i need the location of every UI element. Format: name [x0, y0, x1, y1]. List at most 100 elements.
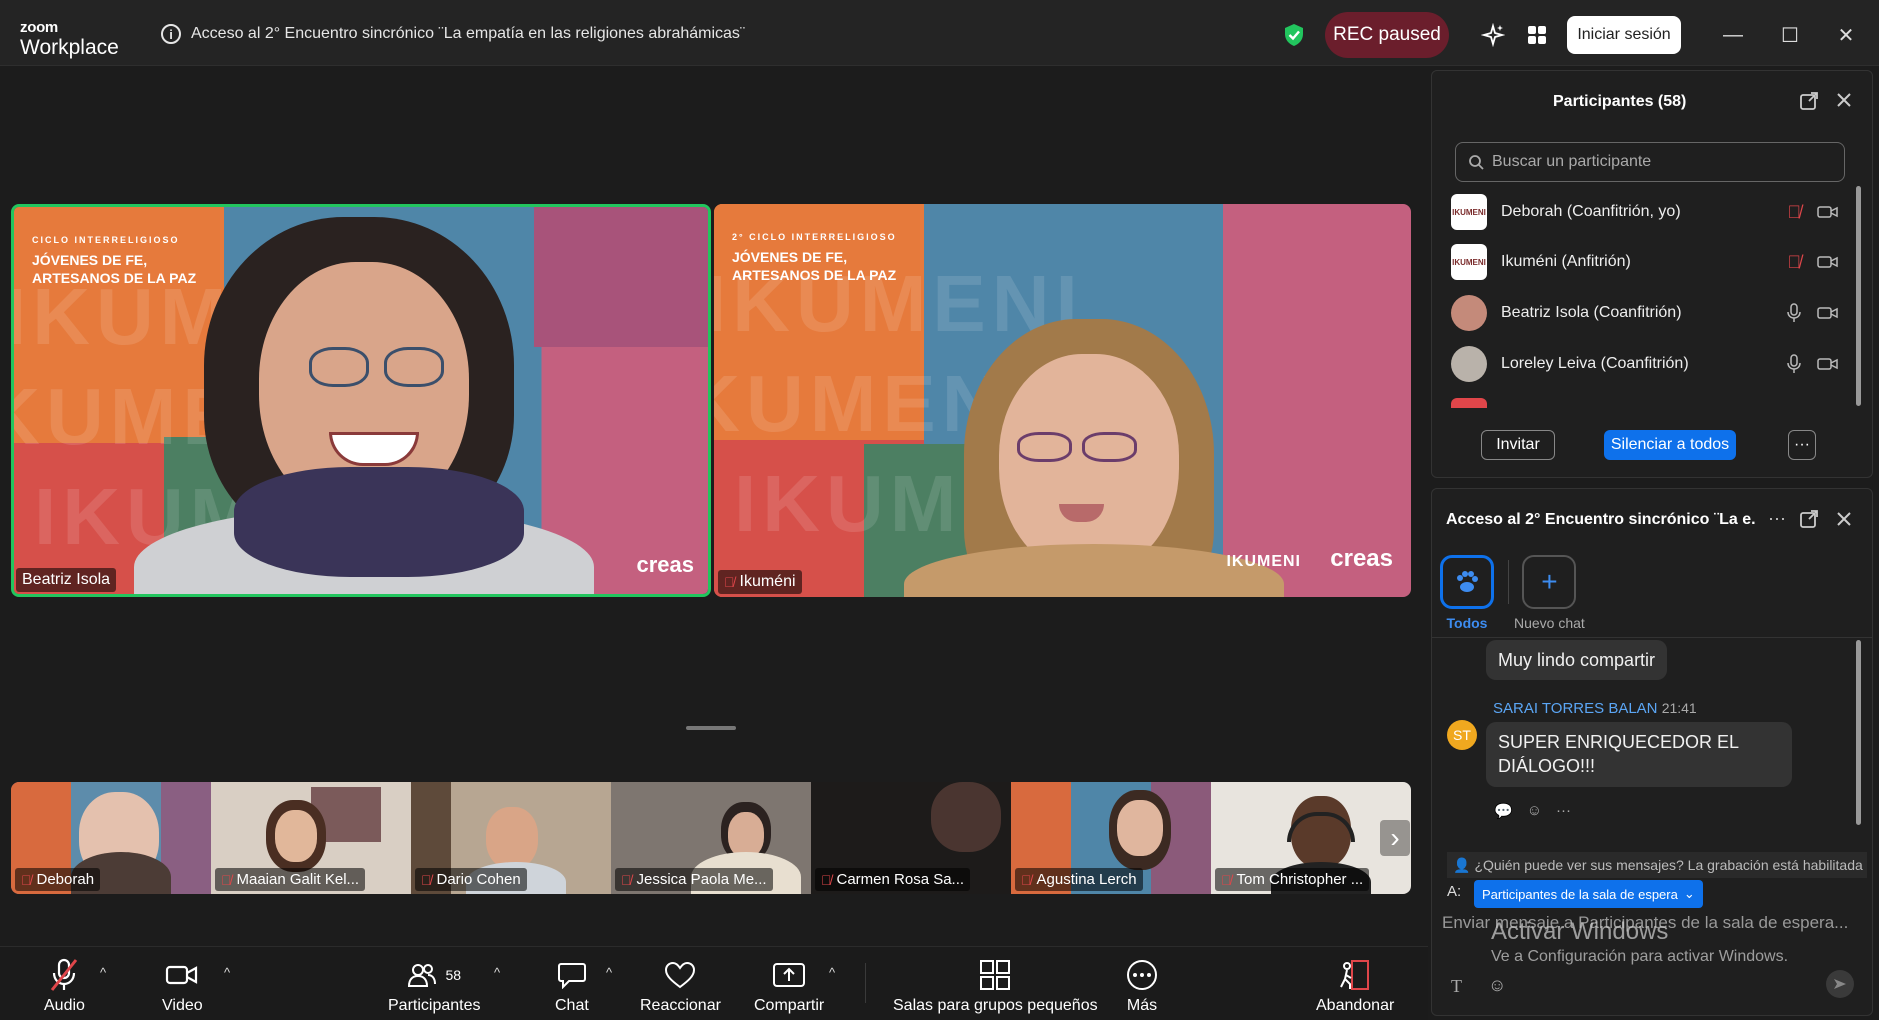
chat-scrollbar[interactable] [1856, 640, 1861, 825]
chat-options-caret[interactable]: ^ [606, 965, 612, 980]
chat-tab-everyone[interactable]: Todos [1440, 555, 1494, 631]
tile-name: Beatriz Isola [22, 571, 111, 588]
activation-line2: Ve a Configuración para activar Windows. [1491, 948, 1789, 965]
audio-options-caret[interactable]: ^ [100, 965, 106, 980]
camera-off-icon[interactable] [1817, 204, 1839, 220]
thumb-jessica[interactable]: 🎙̸ Jessica Paola Me... [611, 782, 811, 894]
tile-name: Jessica Paola Me... [636, 871, 767, 888]
tab-divider [1508, 560, 1509, 604]
apps-grid-icon[interactable] [1520, 18, 1554, 52]
share-button[interactable]: Compartir [754, 957, 824, 1015]
creas-logo: creas [1330, 545, 1393, 572]
chat-bubble-icon [557, 957, 587, 993]
popout-icon[interactable] [1799, 91, 1819, 116]
activation-line1: Activar Windows [1491, 918, 1669, 945]
chat-popout-icon[interactable] [1799, 509, 1819, 534]
participants-more-button[interactable]: ··· [1788, 430, 1816, 460]
recipient-select[interactable]: Participantes de la sala de espera ⌄ [1474, 880, 1703, 908]
muted-mic-icon: 🎙̸ [621, 871, 632, 888]
maximize-button[interactable]: ☐ [1777, 22, 1803, 48]
participant-row[interactable]: IKUMENI Deborah (Coanfitrión, yo) 🎙̸ [1451, 190, 1851, 234]
participant-row[interactable]: Beatriz Isola (Coanfitrión) [1451, 291, 1851, 335]
participant-search-box[interactable] [1455, 142, 1845, 182]
camera-icon[interactable] [1817, 305, 1839, 321]
mic-icon[interactable] [1787, 303, 1801, 323]
close-window-button[interactable]: ✕ [1833, 22, 1859, 48]
mic-icon[interactable] [1787, 354, 1801, 374]
strip-next-button[interactable]: › [1380, 820, 1410, 856]
thumb-maaian[interactable]: 🎙̸ Maaian Galit Kel... [211, 782, 411, 894]
person-face [275, 810, 317, 862]
text-format-icon[interactable]: T [1451, 976, 1462, 997]
participant-search-input[interactable] [1492, 153, 1822, 171]
participants-icon: 58 [407, 957, 461, 993]
people-lock-icon: 👤 [1453, 856, 1471, 873]
to-label: A: [1447, 883, 1462, 900]
logo-line2: Workplace [20, 36, 119, 59]
meeting-info[interactable]: i Acceso al 2° Encuentro sincrónico ¨La … [161, 24, 745, 44]
close-panel-icon[interactable] [1835, 91, 1853, 114]
share-options-caret[interactable]: ^ [829, 965, 835, 980]
chat-tab-everyone-label: Todos [1446, 615, 1488, 631]
plus-icon: + [1522, 555, 1577, 609]
invite-button[interactable]: Invitar [1481, 430, 1555, 460]
emoji-reaction-icon[interactable]: ☺ [1527, 802, 1542, 820]
chat-more-icon[interactable]: ··· [1768, 508, 1786, 529]
video-tile-ikumeni[interactable]: IKUMENI IKUMENI IKUMENI 2° CICLO INTERRE… [714, 204, 1411, 597]
message-actions: 💬 ☺ ··· [1494, 802, 1571, 820]
camera-off-icon[interactable] [1817, 254, 1839, 270]
thumb-carmen[interactable]: 🎙̸ Carmen Rosa Sa... [811, 782, 1011, 894]
audio-button[interactable]: Audio [44, 957, 85, 1015]
zoom-window: zoom Workplace i Acceso al 2° Encuentro … [0, 0, 1879, 1020]
paw-icon [1440, 555, 1494, 609]
react-button[interactable]: Reaccionar [640, 957, 721, 1015]
recording-visibility-notice[interactable]: 👤 ¿Quién puede ver sus mensajes? La grab… [1447, 852, 1867, 878]
encryption-shield-icon[interactable] [1283, 23, 1305, 52]
participant-row[interactable]: Loreley Leiva (Coanfitrión) [1451, 342, 1851, 386]
video-options-caret[interactable]: ^ [224, 965, 230, 980]
chat-message[interactable]: Muy lindo compartir [1486, 640, 1668, 681]
chat-message[interactable]: SUPER ENRIQUECEDOR EL DIÁLOGO!!! [1486, 722, 1792, 787]
chat-tab-new[interactable]: + Nuevo chat [1514, 555, 1585, 631]
participant-name: Loreley Leiva (Coanfitrión) [1501, 355, 1689, 372]
thumb-agustina[interactable]: 🎙̸ Agustina Lerch [1011, 782, 1211, 894]
more-button[interactable]: Más [1126, 957, 1158, 1015]
tile-name-label: 🎙̸ Deborah [15, 868, 101, 891]
participant-name: Beatriz Isola (Coanfitrión) [1501, 304, 1682, 321]
mute-all-button[interactable]: Silenciar a todos [1604, 430, 1736, 460]
chat-button[interactable]: Chat [555, 957, 589, 1015]
signin-button[interactable]: Iniciar sesión [1567, 16, 1681, 54]
tile-name-label: 🎙̸ Agustina Lerch [1015, 868, 1143, 891]
muted-mic-icon: 🎙̸ [221, 871, 232, 888]
breakout-rooms-button[interactable]: Salas para grupos pequeños [893, 957, 1098, 1015]
participants-button[interactable]: 58 Participantes [388, 957, 481, 1015]
participant-row[interactable]: IKUMENI Ikuméni (Anfitrión) 🎙̸ [1451, 240, 1851, 284]
send-icon[interactable] [1826, 970, 1854, 998]
thumb-deborah[interactable]: 🎙̸ Deborah [11, 782, 211, 894]
stage-resize-handle[interactable] [686, 726, 736, 730]
tile-name: Maaian Galit Kel... [236, 871, 360, 888]
participants-options-caret[interactable]: ^ [494, 965, 500, 980]
emoji-icon[interactable]: ☺ [1488, 975, 1506, 996]
ai-companion-icon[interactable] [1476, 18, 1510, 52]
leave-button[interactable]: Abandonar [1316, 957, 1394, 1015]
rec-paused-badge[interactable]: REC paused [1325, 12, 1449, 58]
chat-close-icon[interactable] [1835, 510, 1853, 533]
tile-name: Ikuméni [739, 573, 796, 590]
info-icon[interactable]: i [161, 24, 181, 44]
avatar [1451, 295, 1487, 331]
share-label: Compartir [754, 997, 825, 1014]
thumb-dario[interactable]: 🎙̸ Dario Cohen [411, 782, 611, 894]
reply-icon[interactable]: 💬 [1494, 802, 1513, 820]
tile-name-label: 🎙̸ Dario Cohen [415, 868, 527, 891]
muted-mic-icon[interactable]: 🎙̸ [1788, 252, 1802, 273]
video-button[interactable]: Video [162, 957, 203, 1015]
camera-icon[interactable] [1817, 356, 1839, 372]
video-tile-beatriz[interactable]: IKUMENI IKUMENI IKUMENI CICLO INTERRELIG… [11, 204, 711, 597]
participants-scrollbar[interactable] [1856, 186, 1861, 406]
avatar: IKUMENI [1451, 194, 1487, 230]
search-icon [1469, 155, 1484, 170]
muted-mic-icon[interactable]: 🎙̸ [1788, 202, 1802, 223]
message-more-icon[interactable]: ··· [1556, 802, 1571, 820]
minimize-button[interactable]: — [1720, 22, 1746, 48]
